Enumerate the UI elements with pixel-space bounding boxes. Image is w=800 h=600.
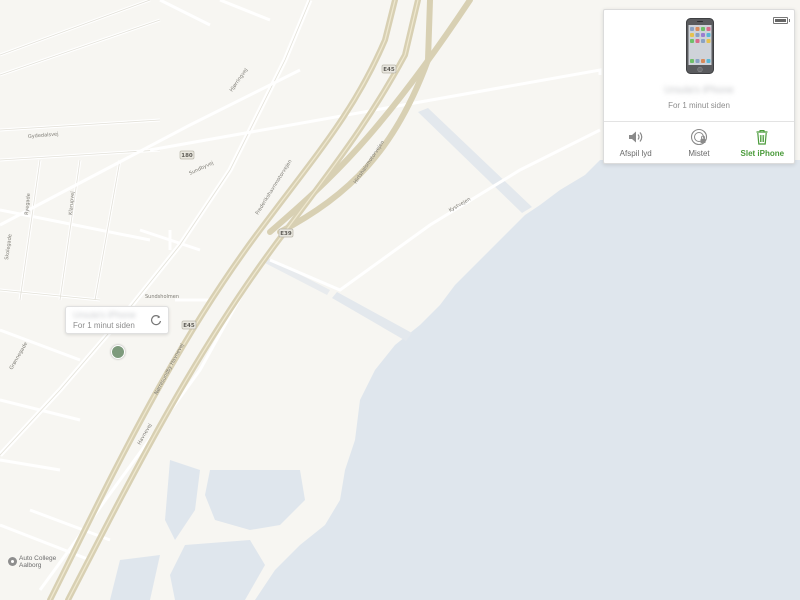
svg-text:E45: E45: [183, 323, 195, 329]
trash-icon: [756, 129, 768, 145]
device-location-pin[interactable]: [111, 345, 125, 359]
device-location-popup[interactable]: Ursula's iPhone For 1 minut siden: [65, 306, 169, 334]
road-label: Sundsholmen: [145, 294, 179, 300]
lost-mode-button[interactable]: Mistet: [667, 122, 730, 163]
device-info-panel: Ursula's iPhone For 1 minut siden Afspil…: [603, 9, 795, 164]
device-name: Ursula's iPhone: [73, 310, 136, 320]
road-shield-180: 180: [179, 150, 195, 160]
last-seen-time: For 1 minut siden: [668, 101, 730, 110]
play-sound-button[interactable]: Afspil lyd: [604, 122, 667, 163]
svg-text:180: 180: [181, 153, 193, 159]
erase-iphone-button[interactable]: Slet iPhone: [731, 122, 794, 163]
poi-label: Auto College Aalborg: [19, 555, 57, 569]
refresh-icon[interactable]: [149, 313, 163, 327]
highway-shield-e45-bottom: E45: [181, 320, 197, 330]
lost-mode-icon: [690, 128, 708, 146]
svg-text:E39: E39: [280, 231, 292, 237]
play-sound-label: Afspil lyd: [619, 149, 652, 158]
iphone-icon: [686, 18, 714, 74]
erase-iphone-label: Slet iPhone: [740, 149, 785, 158]
battery-icon: [773, 17, 790, 24]
svg-text:E45: E45: [383, 67, 395, 73]
highway-shield-e39: E39: [278, 228, 294, 238]
lost-mode-label: Mistet: [688, 149, 710, 158]
highway-shield-e45-top: E45: [381, 64, 397, 74]
device-name: Ursula's iPhone: [664, 85, 734, 96]
speaker-icon: [628, 131, 643, 143]
place-marker-icon: [8, 557, 17, 566]
last-seen-time: For 1 minut siden: [73, 321, 135, 330]
